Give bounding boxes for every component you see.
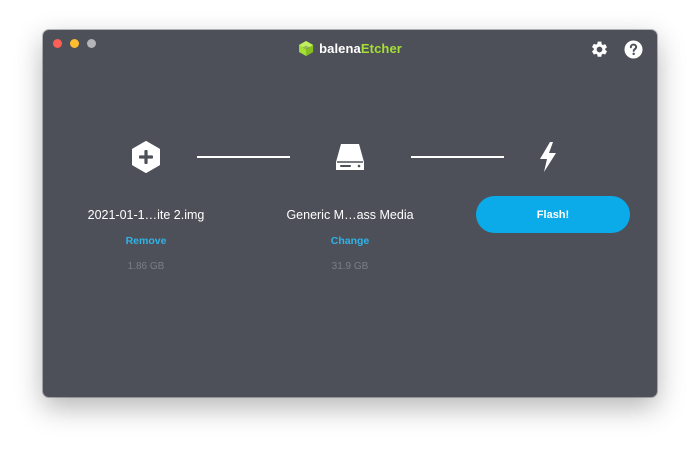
zoom-window-button[interactable] bbox=[87, 39, 96, 48]
app-name-part1: balena bbox=[319, 41, 361, 56]
minimize-window-button[interactable] bbox=[70, 39, 79, 48]
flash-step-icon bbox=[535, 140, 561, 174]
target-drive-name: Generic M…ass Media bbox=[286, 208, 414, 222]
select-image-step-icon[interactable] bbox=[130, 141, 162, 173]
connector-line-2 bbox=[411, 156, 504, 158]
app-window: balenaEtcher 2021-01-1…ite 2.img Remove … bbox=[43, 30, 657, 397]
image-filename: 2021-01-1…ite 2.img bbox=[87, 208, 205, 222]
app-name-part2: Etcher bbox=[360, 41, 402, 56]
target-size: 31.9 GB bbox=[331, 261, 369, 272]
drive-icon bbox=[336, 144, 364, 170]
remove-image-link[interactable]: Remove bbox=[56, 235, 236, 247]
flash-button[interactable]: Flash! bbox=[476, 196, 630, 233]
image-size: 1.86 GB bbox=[127, 261, 165, 272]
plus-hexagon-icon bbox=[132, 141, 160, 173]
gear-icon bbox=[591, 41, 607, 57]
toolbar-icons bbox=[589, 39, 643, 59]
close-window-button[interactable] bbox=[53, 39, 62, 48]
app-logo: balenaEtcher bbox=[298, 40, 402, 57]
lightning-icon bbox=[540, 142, 556, 172]
help-icon bbox=[623, 39, 643, 59]
change-target-link[interactable]: Change bbox=[260, 235, 440, 247]
settings-button[interactable] bbox=[589, 39, 609, 59]
window-controls bbox=[53, 39, 96, 48]
help-button[interactable] bbox=[623, 39, 643, 59]
connector-line-1 bbox=[197, 156, 290, 158]
select-target-step-icon[interactable] bbox=[333, 140, 367, 174]
balena-cube-icon bbox=[299, 41, 314, 56]
